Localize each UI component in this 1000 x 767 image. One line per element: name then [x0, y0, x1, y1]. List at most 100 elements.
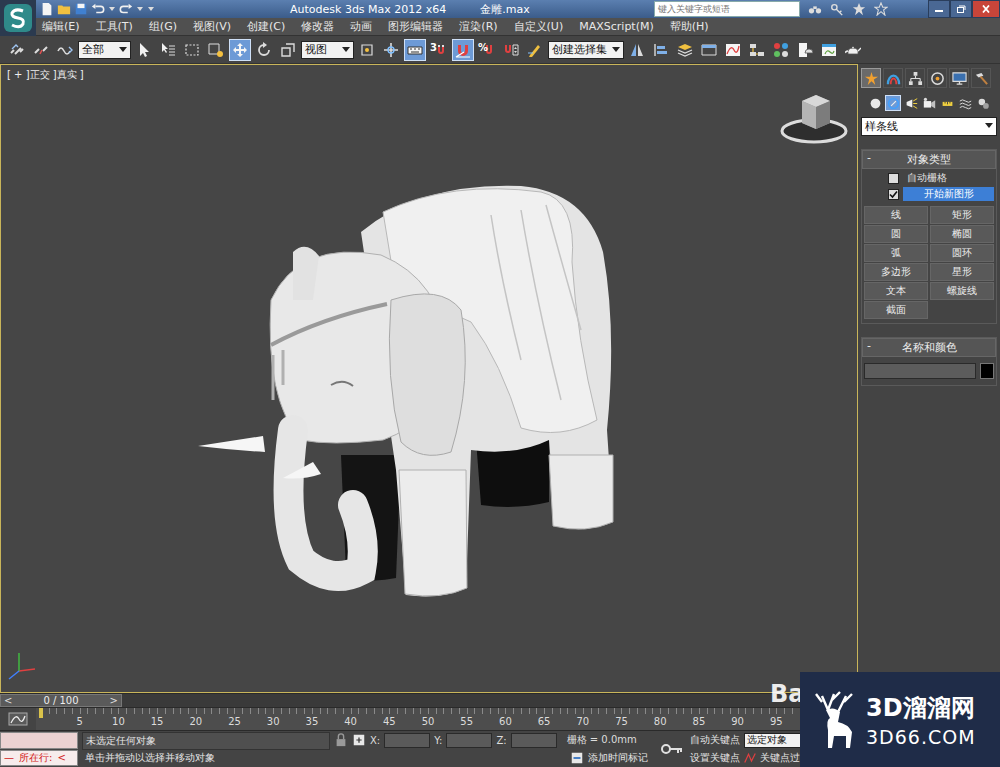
customize-menu-icon[interactable] — [147, 5, 155, 13]
binoculars-icon[interactable] — [808, 2, 822, 16]
toolbar-button[interactable] — [674, 39, 696, 61]
checkbox-row[interactable]: 开始新图形 — [864, 187, 994, 201]
toolbar-button[interactable] — [205, 39, 227, 61]
time-tag-icon[interactable] — [570, 751, 584, 765]
object-type-button[interactable]: 椭圆 — [930, 225, 994, 243]
rollout-header[interactable]: -名称和颜色 — [862, 338, 996, 357]
object-type-button[interactable]: 螺旋线 — [930, 282, 994, 300]
toolbar-button[interactable] — [229, 39, 251, 61]
coordinate-field[interactable] — [384, 733, 430, 748]
toolbar-button[interactable] — [650, 39, 672, 61]
toolbar-button[interactable] — [500, 39, 522, 61]
toolbar-button[interactable]: % — [476, 39, 498, 61]
toolbar-button[interactable] — [698, 39, 720, 61]
menu-item[interactable]: 渲染(R) — [459, 19, 497, 34]
toolbar-button[interactable] — [133, 39, 155, 61]
toolbar-button[interactable] — [6, 39, 28, 61]
menu-item[interactable]: 动画 — [350, 19, 372, 34]
object-type-button[interactable]: 文本 — [864, 282, 928, 300]
menu-item[interactable]: 帮助(H) — [670, 19, 709, 34]
redo-icon[interactable] — [119, 2, 133, 16]
undo-menu-icon[interactable] — [108, 5, 116, 13]
toolbar-dropdown[interactable]: 全部 — [78, 41, 131, 59]
toolbar-dropdown[interactable]: 视图 — [301, 41, 354, 59]
key-filter-curve-icon[interactable] — [744, 752, 756, 764]
coordinate-field[interactable] — [446, 733, 492, 748]
toolbar-button[interactable] — [452, 39, 474, 61]
object-type-button[interactable]: 星形 — [930, 263, 994, 281]
category-button[interactable] — [867, 95, 883, 111]
object-type-button[interactable]: 矩形 — [930, 206, 994, 224]
toolbar-button[interactable] — [746, 39, 768, 61]
toolbar-button[interactable] — [404, 39, 426, 61]
add-time-tag[interactable]: 添加时间标记 — [588, 751, 648, 765]
time-slider-thumb[interactable]: <0 / 100> — [0, 694, 122, 707]
previous-frame-button[interactable]: < — [4, 696, 12, 706]
toolbar-button[interactable] — [380, 39, 402, 61]
set-key-button[interactable] — [656, 732, 688, 766]
redo-menu-icon[interactable] — [136, 5, 144, 13]
minimize-button[interactable] — [928, 0, 950, 18]
communication-center-icon[interactable] — [852, 2, 866, 16]
subscription-key-icon[interactable] — [830, 2, 844, 16]
menu-item[interactable]: 创建(C) — [247, 19, 285, 34]
command-panel-tab[interactable] — [883, 68, 903, 88]
menu-item[interactable]: 组(G) — [149, 19, 177, 34]
object-type-button[interactable]: 圆环 — [930, 244, 994, 262]
checkbox[interactable] — [888, 173, 899, 184]
toolbar-button[interactable] — [54, 39, 76, 61]
viewcube-icon[interactable] — [774, 87, 854, 147]
category-button[interactable] — [885, 95, 901, 111]
favorites-star-icon[interactable] — [874, 2, 888, 16]
object-type-button[interactable]: 多边形 — [864, 263, 928, 281]
toolbar-button[interactable]: 3 — [428, 39, 450, 61]
listener-input[interactable] — [0, 732, 78, 749]
next-frame-button[interactable]: > — [110, 696, 118, 706]
menu-item[interactable]: 自定义(U) — [514, 19, 564, 34]
command-panel-tab[interactable] — [861, 68, 881, 88]
toolbar-button[interactable] — [818, 39, 840, 61]
close-button[interactable] — [972, 0, 1000, 18]
rollout-header[interactable]: -对象类型 — [862, 150, 996, 169]
menu-item[interactable]: 工具(T) — [96, 19, 133, 34]
toolbar-button[interactable] — [770, 39, 792, 61]
subcategory-dropdown[interactable]: 样条线 — [861, 117, 997, 136]
command-panel-tab[interactable] — [905, 68, 925, 88]
object-type-button[interactable]: 圆 — [864, 225, 928, 243]
toolbar-dropdown[interactable]: 创建选择集 — [548, 41, 624, 59]
set-key-label[interactable]: 设置关键点 — [690, 751, 740, 765]
lock-icon[interactable] — [334, 733, 348, 747]
category-button[interactable] — [921, 95, 937, 111]
save-icon[interactable] — [74, 2, 88, 16]
category-button[interactable] — [903, 95, 919, 111]
object-type-button[interactable]: 线 — [864, 206, 928, 224]
category-button[interactable] — [957, 95, 973, 111]
toolbar-button[interactable] — [30, 39, 52, 61]
undo-icon[interactable] — [91, 2, 105, 16]
object-type-button[interactable]: 弧 — [864, 244, 928, 262]
auto-key-button[interactable]: 自动关键点 — [690, 733, 740, 747]
menu-item[interactable]: MAXScript(M) — [579, 20, 654, 33]
checkbox[interactable] — [888, 189, 899, 200]
viewport-label[interactable]: [ + ]正交 ]真实 ] — [7, 68, 84, 82]
category-button[interactable] — [975, 95, 991, 111]
restore-button[interactable] — [950, 0, 972, 18]
toolbar-button[interactable] — [253, 39, 275, 61]
mini-curve-editor-button[interactable] — [0, 708, 36, 730]
menu-item[interactable]: 视图(V) — [193, 19, 231, 34]
search-field[interactable]: 键入关键字或短语 — [654, 1, 800, 17]
toolbar-button[interactable] — [157, 39, 179, 61]
toolbar-button[interactable] — [524, 39, 546, 61]
new-file-icon[interactable] — [40, 2, 54, 16]
category-button[interactable] — [939, 95, 955, 111]
menu-item[interactable]: 图形编辑器 — [388, 19, 443, 34]
command-panel-tab[interactable] — [971, 68, 991, 88]
menu-item[interactable]: 修改器 — [301, 19, 334, 34]
app-button[interactable] — [0, 0, 36, 36]
perspective-viewport[interactable]: [ + ]正交 ]真实 ] — [0, 64, 858, 693]
toolbar-button[interactable] — [794, 39, 816, 61]
command-panel-tab[interactable] — [927, 68, 947, 88]
name-field[interactable] — [864, 363, 976, 379]
toolbar-button[interactable] — [181, 39, 203, 61]
listener-output[interactable]: —所在行:< — [0, 750, 78, 767]
